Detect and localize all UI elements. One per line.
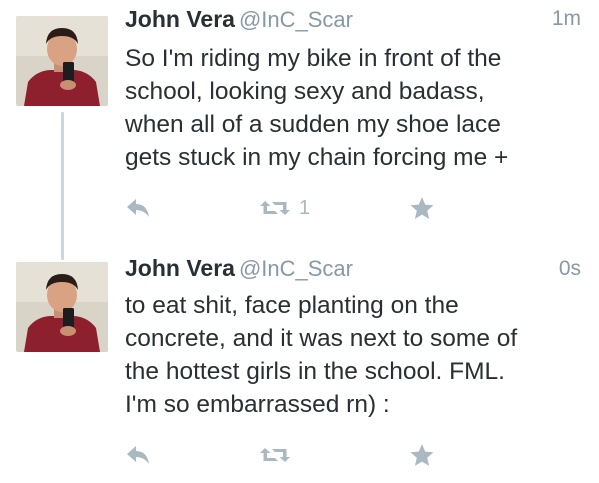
retweet-icon xyxy=(260,201,290,215)
tweet-text: So I'm riding my bike in front of the sc… xyxy=(125,45,509,171)
profile-photo-icon xyxy=(16,16,108,106)
author-handle[interactable]: @InC_Scar xyxy=(239,256,353,281)
author-name[interactable]: John Vera @InC_Scar xyxy=(125,6,353,33)
retweet-icon xyxy=(260,448,290,462)
avatar[interactable] xyxy=(16,262,108,352)
tweet-actions xyxy=(125,440,585,470)
author-name[interactable]: John Vera @InC_Scar xyxy=(125,255,353,282)
tweet-timestamp[interactable]: 0s xyxy=(559,257,581,281)
retweet-button[interactable]: 1 xyxy=(259,193,310,223)
star-icon xyxy=(410,444,434,466)
tweet-text: to eat shit, face planting on the concre… xyxy=(125,292,518,418)
favorite-button[interactable] xyxy=(409,440,435,470)
reply-button[interactable] xyxy=(125,193,151,223)
reply-icon xyxy=(127,199,149,217)
profile-photo-icon xyxy=(16,262,108,352)
tweet-actions: 1 xyxy=(125,193,585,223)
tweet[interactable]: John Vera @InC_Scar 1m So I'm riding my b… xyxy=(0,0,599,240)
reply-button[interactable] xyxy=(125,440,151,470)
avatar[interactable] xyxy=(16,16,108,106)
favorite-button[interactable] xyxy=(409,193,435,223)
tweet-timestamp[interactable]: 1m xyxy=(552,7,581,31)
author-handle[interactable]: @InC_Scar xyxy=(239,7,353,32)
reply-icon xyxy=(127,446,149,464)
star-icon xyxy=(410,197,434,219)
retweet-count: 1 xyxy=(299,196,311,219)
retweet-button[interactable] xyxy=(259,440,299,470)
tweet[interactable]: John Vera @InC_Scar 0s to eat shit, face … xyxy=(0,240,599,483)
